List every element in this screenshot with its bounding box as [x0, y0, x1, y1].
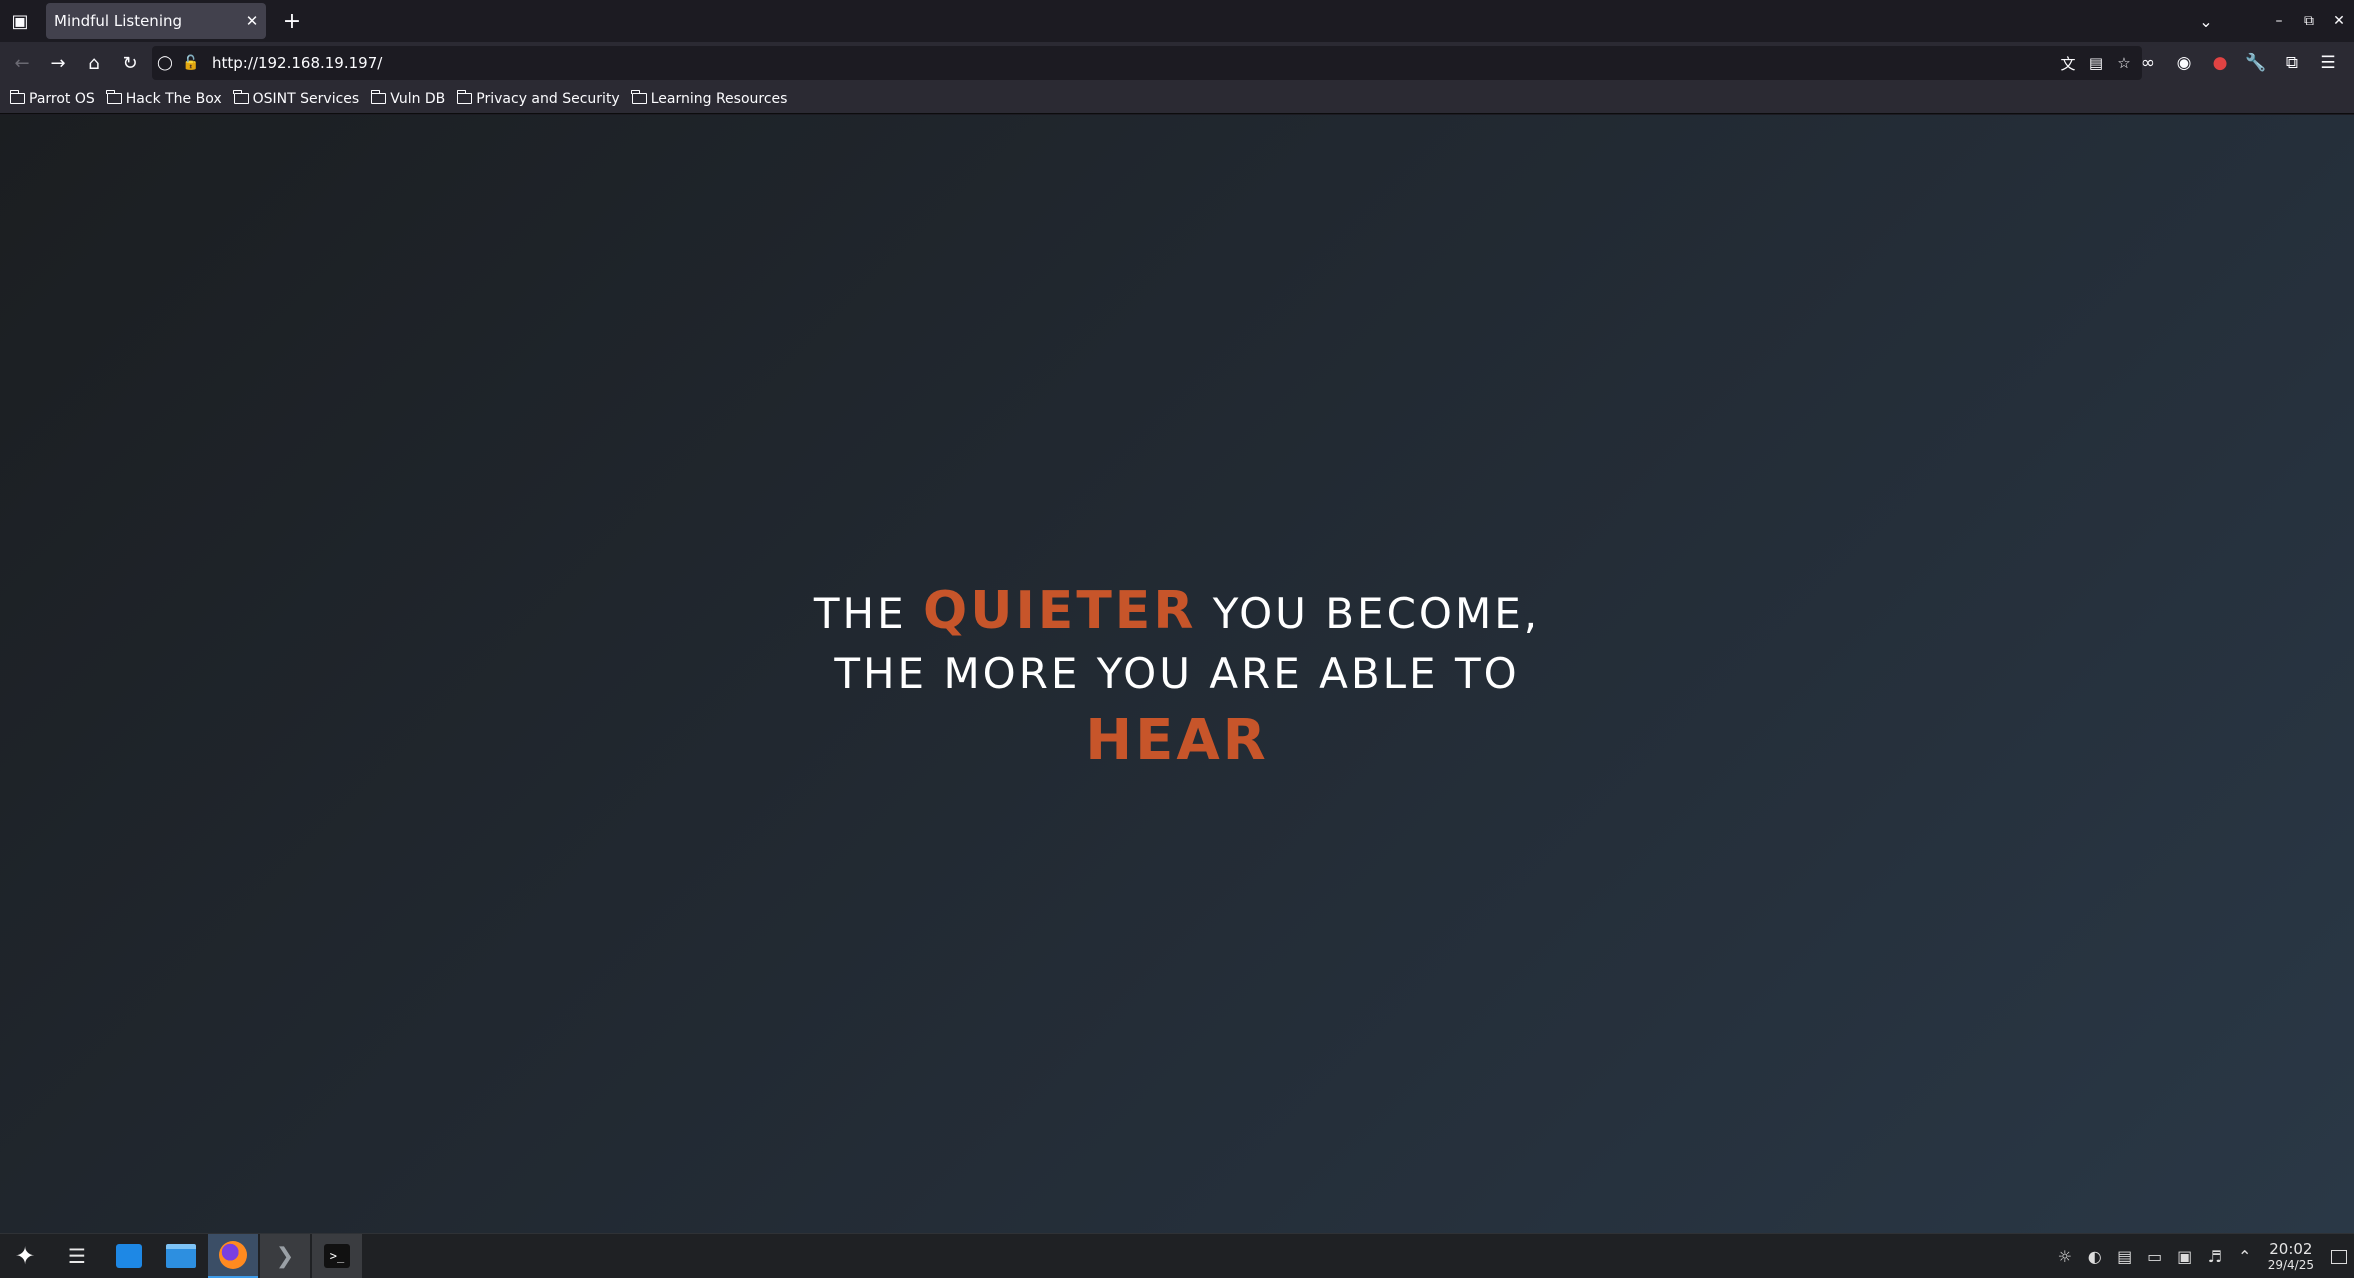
folder-icon [370, 90, 387, 104]
folder-icon [456, 90, 473, 104]
restore-icon[interactable]: ⧉ [2294, 6, 2324, 36]
home-icon[interactable]: ⌂ [76, 45, 112, 81]
bookmark-folder-learning-resources[interactable]: Learning Resources [631, 90, 788, 107]
bookmark-folder-osint-services[interactable]: OSINT Services [233, 90, 360, 107]
url-bar[interactable]: ◯ 🔓 http://192.168.19.197/ 文 ▤ ☆ [152, 46, 2142, 80]
back-arrow-icon[interactable]: ← [4, 45, 40, 81]
forward-arrow-icon[interactable]: → [40, 45, 76, 81]
taskbar: ✦ ☰ ❯ >_ ☼ ◐ ▤ ▭ ▣ ♬ ⌃ 20:02 29/4/25 [0, 1233, 2354, 1278]
bookmarks-toolbar: Parrot OS Hack The Box OSINT Services Vu… [0, 84, 2354, 114]
update-icon[interactable]: ◐ [2080, 1234, 2110, 1278]
clock-date: 29/4/25 [2267, 1258, 2314, 1272]
navigation-toolbar: ← → ⌂ ↻ ◯ 🔓 http://192.168.19.197/ 文 ▤ ☆… [0, 42, 2354, 84]
insecure-lock-icon[interactable]: 🔓 [178, 50, 204, 76]
close-icon[interactable]: ✕ [238, 12, 266, 30]
folder-icon [631, 90, 647, 104]
account-icon[interactable]: ◉ [2166, 45, 2202, 81]
usb-device-icon[interactable]: ▭ [2140, 1234, 2170, 1278]
tab-mindful-listening[interactable]: Mindful Listening ✕ [46, 3, 266, 39]
bookmark-label: Privacy and Security [476, 90, 620, 107]
url-bar-actions: 文 ▤ ☆ [2054, 46, 2138, 80]
clock-time: 20:02 [2269, 1240, 2313, 1258]
translate-icon[interactable]: 文 [2054, 49, 2082, 77]
puzzle-icon[interactable]: ⧉ [2274, 45, 2310, 81]
tracking-protection-shield-icon[interactable]: ◯ [152, 50, 178, 76]
tab-strip: ▣ Mindful Listening ✕ + ⌄ – ⧉ ✕ [0, 0, 2354, 42]
quote-word: THE [813, 589, 907, 638]
folder-icon [106, 90, 122, 104]
reader-view-icon[interactable]: ▤ [2082, 49, 2110, 77]
firefox-icon[interactable] [208, 1233, 258, 1278]
quote-line-2: THE MORE YOU ARE ABLE TO [834, 649, 1520, 698]
window-close-icon[interactable]: ✕ [2324, 6, 2354, 36]
terminal-window-icon[interactable]: >_ [312, 1233, 362, 1278]
hamburger-menu-icon[interactable]: ☰ [2310, 45, 2346, 81]
bookmark-label: Parrot OS [29, 90, 95, 107]
quote-accent-hear: HEAR [1085, 708, 1269, 773]
folder-icon [233, 90, 249, 104]
tab-overview-icon[interactable]: ▣ [2, 3, 38, 39]
page-content: THE QUIETER YOU BECOME, THE MORE YOU ARE… [0, 115, 2354, 1233]
network-icon[interactable]: ▣ [2170, 1234, 2200, 1278]
minimize-icon[interactable]: – [2264, 6, 2294, 36]
desktop-screen: ▣ Mindful Listening ✕ + ⌄ – ⧉ ✕ ← → ⌂ ↻ … [0, 0, 2354, 1278]
clock[interactable]: 20:02 29/4/25 [2267, 1240, 2314, 1273]
show-desktop-icon[interactable] [2324, 1234, 2354, 1278]
bookmark-folder-parrot-os[interactable]: Parrot OS [9, 90, 95, 107]
ublock-icon[interactable]: ● [2202, 45, 2238, 81]
bookmark-label: OSINT Services [252, 90, 360, 107]
wrench-icon[interactable]: 🔧 [2238, 45, 2274, 81]
folder-icon [9, 90, 25, 104]
expand-tray-icon[interactable]: ⌃ [2230, 1234, 2260, 1278]
reload-icon[interactable]: ↻ [112, 45, 148, 81]
bookmark-folder-vuln-db[interactable]: Vuln DB [370, 90, 446, 107]
bookmark-label: Learning Resources [650, 90, 788, 107]
quote-line-1: THE QUIETER YOU BECOME, [0, 581, 2354, 644]
window-controls: – ⧉ ✕ [2264, 0, 2354, 42]
toolbar-extensions: ∞ ◉ ● 🔧 ⧉ ☰ [2130, 42, 2346, 84]
tab-title: Mindful Listening [54, 12, 183, 30]
bookmark-label: Hack The Box [125, 90, 222, 107]
volume-icon[interactable]: ♬ [2200, 1234, 2230, 1278]
task-manager-icon[interactable]: ☰ [52, 1234, 102, 1278]
terminal-icon[interactable]: ❯ [260, 1233, 310, 1278]
chevron-down-icon[interactable]: ⌄ [2190, 5, 2222, 37]
clipboard-icon[interactable]: ▤ [2110, 1234, 2140, 1278]
bookmark-folder-privacy-and-security[interactable]: Privacy and Security [456, 90, 620, 107]
software-store-icon[interactable] [104, 1234, 154, 1278]
notifications-icon[interactable]: ☼ [2050, 1234, 2080, 1278]
bookmark-label: Vuln DB [390, 90, 446, 107]
incognito-glasses-icon[interactable]: ∞ [2130, 45, 2166, 81]
url-text[interactable]: http://192.168.19.197/ [212, 54, 382, 72]
file-manager-icon[interactable] [156, 1234, 206, 1278]
plus-icon[interactable]: + [276, 5, 308, 37]
quote-word: YOU BECOME, [1212, 589, 1541, 638]
bookmark-folder-hack-the-box[interactable]: Hack The Box [106, 90, 222, 107]
quote-accent-quieter: QUIETER [923, 581, 1197, 641]
quote-heading: THE QUIETER YOU BECOME, THE MORE YOU ARE… [0, 581, 2354, 776]
application-menu-icon[interactable]: ✦ [0, 1234, 50, 1278]
system-tray: ☼ ◐ ▤ ▭ ▣ ♬ ⌃ 20:02 29/4/25 [2050, 1234, 2354, 1278]
